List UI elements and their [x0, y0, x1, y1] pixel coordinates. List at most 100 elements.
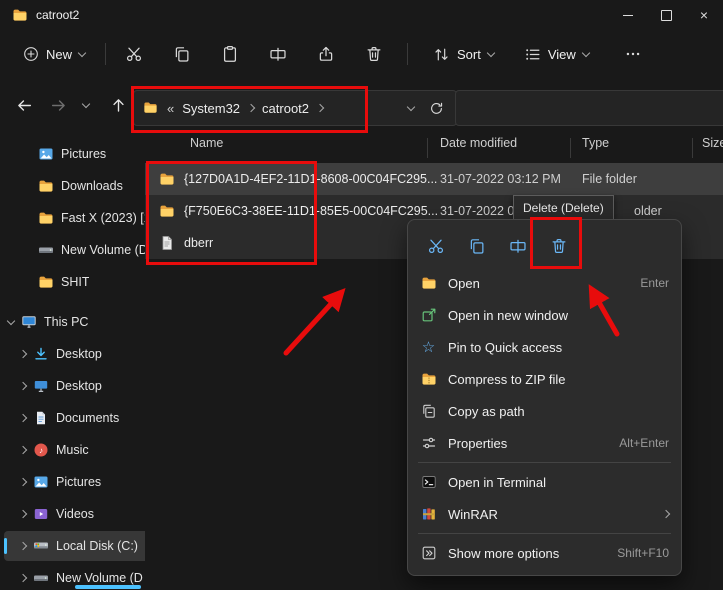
menu-item-open-new-window[interactable]: Open in new window	[412, 299, 677, 331]
column-header-date[interactable]: Date modified	[440, 136, 517, 150]
cut-button[interactable]	[115, 37, 152, 71]
sidebar-item-label: SHIT	[61, 275, 89, 289]
more-options-button[interactable]	[615, 37, 652, 71]
menu-separator	[418, 533, 671, 534]
this-pc-icon	[21, 314, 37, 330]
column-header-size[interactable]: Size	[702, 136, 723, 150]
new-button[interactable]: New	[12, 39, 96, 69]
chevron-right-icon[interactable]	[19, 446, 27, 454]
file-name: {F750E6C3-38EE-11D1-85E5-00C04FC295...	[184, 204, 438, 218]
sort-button[interactable]: Sort	[423, 39, 504, 70]
sidebar-item-documents[interactable]: Documents	[4, 403, 145, 433]
sidebar-item-pictures[interactable]: Pictures	[4, 139, 145, 169]
sidebar-item-fast-x[interactable]: Fast X (2023) [1	[4, 203, 145, 233]
sidebar-item-downloads[interactable]: Downloads	[4, 171, 145, 201]
breadcrumb-overflow[interactable]: «	[167, 101, 174, 116]
chevron-right-icon[interactable]	[19, 382, 27, 390]
share-button[interactable]	[307, 37, 344, 71]
sidebar-item-local-disk-c[interactable]: Local Disk (C:)	[4, 531, 145, 561]
forward-button[interactable]	[42, 89, 74, 121]
address-bar-controls	[408, 101, 447, 116]
up-button[interactable]	[102, 89, 134, 121]
copy-button[interactable]	[163, 37, 200, 71]
context-menu: Open Enter Open in new window ☆ Pin to Q…	[407, 219, 682, 576]
chevron-right-icon[interactable]	[316, 104, 324, 112]
chevron-down-icon[interactable]	[7, 316, 15, 324]
breadcrumb-segment-system32[interactable]: System32	[182, 101, 240, 116]
view-button[interactable]: View	[514, 39, 599, 70]
file-row-guid-1[interactable]: {127D0A1D-4EF2-11D1-8608-00C04FC295... 3…	[145, 163, 723, 195]
sidebar-item-shit[interactable]: SHIT	[4, 267, 145, 297]
column-divider[interactable]	[692, 138, 693, 158]
menu-item-compress-zip[interactable]: Compress to ZIP file	[412, 363, 677, 395]
sidebar-item-desktop-1[interactable]: Desktop	[4, 339, 145, 369]
chevron-right-icon[interactable]	[19, 510, 27, 518]
chevron-right-icon[interactable]	[19, 350, 27, 358]
breadcrumb-segment-catroot2[interactable]: catroot2	[262, 101, 309, 116]
column-headers: Name Date modified Type Size	[145, 136, 723, 160]
music-icon: ♪	[33, 442, 49, 458]
delete-button[interactable]	[355, 37, 392, 71]
delete-tooltip: Delete (Delete)	[513, 195, 614, 220]
chevron-right-icon[interactable]	[19, 478, 27, 486]
refresh-button[interactable]	[429, 101, 444, 116]
close-button[interactable]: ×	[685, 0, 723, 30]
file-type: older	[634, 204, 662, 218]
chevron-right-icon[interactable]	[247, 104, 255, 112]
menu-item-winrar[interactable]: WinRAR	[412, 498, 677, 530]
menu-item-open[interactable]: Open Enter	[412, 267, 677, 299]
sidebar-item-music[interactable]: ♪ Music	[4, 435, 145, 465]
address-bar[interactable]: « System32 catroot2	[133, 90, 457, 126]
minimize-button[interactable]	[609, 0, 647, 30]
search-input[interactable]	[466, 100, 723, 117]
cut-icon	[125, 45, 143, 63]
cut-button[interactable]	[418, 229, 454, 263]
chevron-right-icon[interactable]	[19, 574, 27, 582]
minimize-icon	[623, 15, 633, 16]
paste-icon	[221, 45, 239, 63]
winrar-icon	[420, 506, 437, 522]
up-icon	[110, 97, 127, 114]
column-header-name[interactable]: Name	[190, 136, 223, 150]
forward-icon	[50, 97, 67, 114]
sidebar-item-this-pc[interactable]: This PC	[4, 307, 145, 337]
back-button[interactable]	[8, 89, 40, 121]
menu-item-pin-quick-access[interactable]: ☆ Pin to Quick access	[412, 331, 677, 363]
sidebar-item-desktop-2[interactable]: Desktop	[4, 371, 145, 401]
recent-locations-button[interactable]	[74, 89, 98, 121]
maximize-button[interactable]	[647, 0, 685, 30]
copy-button[interactable]	[459, 229, 495, 263]
column-header-type[interactable]: Type	[582, 136, 609, 150]
menu-item-show-more-options[interactable]: Show more options Shift+F10	[412, 537, 677, 569]
sidebar-item-label: Fast X (2023) [1	[61, 211, 145, 225]
sidebar-item-new-volume[interactable]: New Volume (D	[4, 235, 145, 265]
delete-button[interactable]	[541, 229, 577, 263]
menu-item-open-terminal[interactable]: Open in Terminal	[412, 466, 677, 498]
menu-item-copy-as-path[interactable]: Copy as path	[412, 395, 677, 427]
sidebar-item-label: Videos	[56, 507, 94, 521]
file-date: 31-07-2022 03	[440, 204, 521, 218]
menu-item-properties[interactable]: Properties Alt+Enter	[412, 427, 677, 459]
properties-icon	[420, 435, 437, 451]
folder-icon	[143, 100, 159, 116]
new-button-label: New	[46, 47, 72, 62]
more-icon	[624, 45, 642, 63]
sidebar-item-label: Pictures	[56, 475, 101, 489]
sidebar-item-pictures-pc[interactable]: Pictures	[4, 467, 145, 497]
horizontal-scrollbar-thumb[interactable]	[75, 585, 141, 589]
sidebar-item-videos[interactable]: Videos	[4, 499, 145, 529]
column-divider[interactable]	[570, 138, 571, 158]
sidebar-item-label: Pictures	[61, 147, 106, 161]
rename-button[interactable]	[500, 229, 536, 263]
view-button-label: View	[548, 47, 576, 62]
rename-button[interactable]	[259, 37, 296, 71]
chevron-right-icon[interactable]	[19, 542, 27, 550]
column-divider[interactable]	[427, 138, 428, 158]
titlebar: catroot2 ×	[0, 0, 723, 30]
sidebar-item-label: Desktop	[56, 379, 102, 393]
menu-item-label: Open	[448, 276, 480, 291]
chevron-down-icon	[487, 48, 495, 56]
address-dropdown-icon[interactable]	[407, 102, 415, 110]
paste-button[interactable]	[211, 37, 248, 71]
chevron-right-icon[interactable]	[19, 414, 27, 422]
